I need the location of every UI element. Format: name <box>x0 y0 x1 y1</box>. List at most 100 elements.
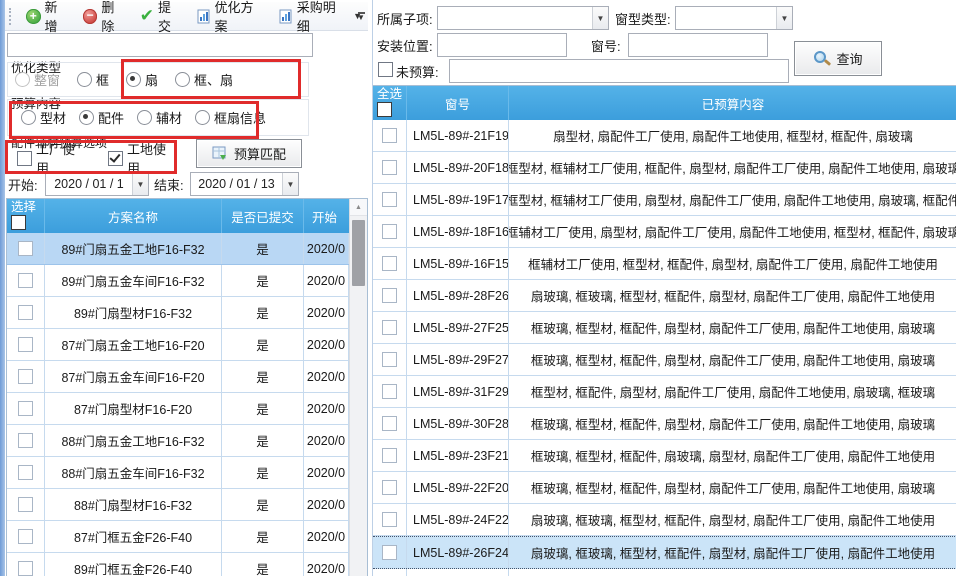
row-checkbox[interactable] <box>382 224 397 239</box>
row-checkbox[interactable] <box>382 288 397 303</box>
install-position-input[interactable] <box>437 33 567 57</box>
window-table-row[interactable]: LM5L-89#-21F19扇型材, 扇配件工厂使用, 扇配件工地使用, 框型材… <box>373 120 956 152</box>
window-table-row[interactable]: LM5L-89#-20F18框型材, 框辅材工厂使用, 框配件, 扇型材, 扇配… <box>373 152 956 184</box>
row-checkbox[interactable] <box>382 480 397 495</box>
row-checkbox[interactable] <box>18 337 33 352</box>
radio-icon[interactable] <box>126 72 141 87</box>
row-checkbox[interactable] <box>382 128 397 143</box>
plan-submitted-header[interactable]: 是否已提交 <box>222 199 304 233</box>
row-checkbox[interactable] <box>382 256 397 271</box>
window-type-select[interactable]: ▼ <box>675 6 793 30</box>
plan-start-header[interactable]: 开始 <box>304 199 349 233</box>
caret-down-icon[interactable]: ▼ <box>132 173 148 195</box>
scroll-up-icon[interactable]: ▲ <box>350 199 367 216</box>
caret-down-icon[interactable]: ▼ <box>282 173 298 195</box>
select-all-checkbox[interactable] <box>377 102 392 117</box>
window-table-row[interactable]: LM5L-89#-26F24扇玻璃, 框玻璃, 框型材, 框配件, 扇型材, 扇… <box>373 536 956 569</box>
row-checkbox[interactable] <box>382 352 397 367</box>
row-checkbox[interactable] <box>18 433 33 448</box>
plan-table-row[interactable]: 88#门扇五金工地F16-F32是2020/0 <box>7 425 350 457</box>
row-checkbox[interactable] <box>18 369 33 384</box>
window-no-input[interactable] <box>628 33 768 57</box>
window-table-row[interactable]: LM5L-89#-18F16框辅材工厂使用, 扇型材, 扇配件工厂使用, 扇配件… <box>373 216 956 248</box>
plan-table-row[interactable]: 89#门扇五金工地F16-F32是2020/0 <box>7 233 350 265</box>
radio-icon[interactable] <box>175 72 190 87</box>
submit-button[interactable]: 提交 <box>134 0 189 37</box>
plan-start-cell: 2020/0 <box>304 489 349 520</box>
window-table-row[interactable]: LM5L-89#-22F20框玻璃, 框型材, 框配件, 扇型材, 扇配件工厂使… <box>373 472 956 504</box>
plan-search-input[interactable] <box>7 33 313 57</box>
plan-table-row[interactable]: 87#门扇五金车间F16-F20是2020/0 <box>7 361 350 393</box>
row-checkbox[interactable] <box>382 545 397 560</box>
caret-down-icon[interactable]: ▼ <box>776 7 792 29</box>
radio-icon[interactable] <box>79 110 94 125</box>
plan-name-header[interactable]: 方案名称 <box>45 199 222 233</box>
sub-item-select[interactable]: ▼ <box>437 6 609 30</box>
plan-table-row[interactable]: 89#门扇五金车间F16-F32是2020/0 <box>7 265 350 297</box>
window-table-row[interactable]: LM5L-89#-16F15框辅材工厂使用, 框型材, 框配件, 扇型材, 扇配… <box>373 248 956 280</box>
radio-option-配件[interactable]: 配件 <box>79 108 124 127</box>
row-checkbox[interactable] <box>382 448 397 463</box>
plan-table-row[interactable]: 87#门框五金F26-F40是2020/0 <box>7 521 350 553</box>
row-checkbox[interactable] <box>18 401 33 416</box>
window-table-row[interactable]: LM5L-89#-31F29框型材, 框配件, 扇型材, 扇配件工厂使用, 扇配… <box>373 376 956 408</box>
window-no-header[interactable]: 窗号 <box>407 86 509 120</box>
row-checkbox[interactable] <box>18 305 33 320</box>
plan-table-row[interactable]: 88#门扇五金车间F16-F32是2020/0 <box>7 457 350 489</box>
plan-table-scrollbar[interactable]: ▲ <box>349 199 367 576</box>
row-checkbox[interactable] <box>18 273 33 288</box>
window-table-row[interactable]: LM5L-89#-28F26扇玻璃, 框玻璃, 框型材, 框配件, 扇型材, 扇… <box>373 280 956 312</box>
optimize-plan-button[interactable]: 优化方案 <box>190 0 271 37</box>
date-start-picker[interactable]: 2020 / 01 / 1 ▼ <box>45 172 149 196</box>
radio-option-框、扇[interactable]: 框、扇 <box>175 70 233 89</box>
window-table-row[interactable]: LM5L-89#-23F21框玻璃, 框型材, 框配件, 扇玻璃, 扇型材, 扇… <box>373 440 956 472</box>
row-checkbox[interactable] <box>18 561 33 576</box>
budget-match-button[interactable]: 预算匹配 <box>196 139 302 168</box>
not-budgeted-input[interactable] <box>449 59 789 83</box>
caret-down-icon[interactable]: ▼ <box>592 7 608 29</box>
toolbar-grip[interactable] <box>9 8 14 25</box>
row-checkbox[interactable] <box>18 465 33 480</box>
radio-option-框[interactable]: 框 <box>77 70 109 89</box>
radio-option-扇[interactable]: 扇 <box>126 70 158 89</box>
plan-table-row[interactable]: 89#门扇型材F16-F32是2020/0 <box>7 297 350 329</box>
window-table-row[interactable]: LM5L-89#-19F17框型材, 框辅材工厂使用, 扇型材, 扇配件工厂使用… <box>373 184 956 216</box>
row-checkbox[interactable] <box>382 416 397 431</box>
window-table-row[interactable]: LM5L-89#-27F25框玻璃, 框型材, 框配件, 扇型材, 扇配件工厂使… <box>373 312 956 344</box>
row-checkbox[interactable] <box>18 241 33 256</box>
row-checkbox[interactable] <box>382 160 397 175</box>
radio-icon[interactable] <box>77 72 92 87</box>
date-end-picker[interactable]: 2020 / 01 / 13 ▼ <box>190 172 299 196</box>
window-table-row[interactable]: LM5L-89#-29F27框玻璃, 框型材, 框配件, 扇型材, 扇配件工厂使… <box>373 344 956 376</box>
radio-label: 辅材 <box>156 108 182 127</box>
plan-table-row[interactable]: 88#门扇型材F16-F32是2020/0 <box>7 489 350 521</box>
checkbox-icon[interactable] <box>108 151 123 166</box>
radio-option-辅材[interactable]: 辅材 <box>137 108 182 127</box>
window-table-row[interactable]: LM5L-89#-30F28框玻璃, 框型材, 框配件, 扇型材, 扇配件工厂使… <box>373 408 956 440</box>
checkbox-icon[interactable] <box>17 151 32 166</box>
radio-icon[interactable] <box>195 110 210 125</box>
not-budgeted-checkbox[interactable] <box>378 62 393 77</box>
radio-option-型材[interactable]: 型材 <box>21 108 66 127</box>
add-button[interactable]: 新增 <box>20 0 76 37</box>
row-checkbox[interactable] <box>18 497 33 512</box>
window-table-row[interactable]: LM5L-89#-25F23扇玻璃, 框玻璃, 框型材, 框配件, 扇型材, 扇… <box>373 569 956 576</box>
plan-table-row[interactable]: 87#门扇型材F16-F20是2020/0 <box>7 393 350 425</box>
toolbar-overflow-button[interactable]: ▼ <box>354 7 368 25</box>
row-checkbox[interactable] <box>382 192 397 207</box>
budgeted-content-header[interactable]: 已预算内容 <box>509 86 956 120</box>
query-button[interactable]: 查询 <box>794 41 882 76</box>
radio-icon[interactable] <box>21 110 36 125</box>
row-checkbox[interactable] <box>382 320 397 335</box>
radio-option-框扇信息[interactable]: 框扇信息 <box>195 108 266 127</box>
row-checkbox[interactable] <box>382 512 397 527</box>
row-checkbox[interactable] <box>382 384 397 399</box>
delete-button[interactable]: 删除 <box>77 0 133 37</box>
radio-icon[interactable] <box>137 110 152 125</box>
scrollbar-thumb[interactable] <box>352 220 365 286</box>
window-table-row[interactable]: LM5L-89#-24F22扇玻璃, 框玻璃, 框型材, 框配件, 扇型材, 扇… <box>373 504 956 536</box>
row-checkbox[interactable] <box>18 529 33 544</box>
plan-table-row[interactable]: 89#门框五金F26-F40是2020/0 <box>7 553 350 576</box>
plan-table-row[interactable]: 87#门扇五金工地F16-F20是2020/0 <box>7 329 350 361</box>
select-all-checkbox[interactable] <box>11 215 26 230</box>
